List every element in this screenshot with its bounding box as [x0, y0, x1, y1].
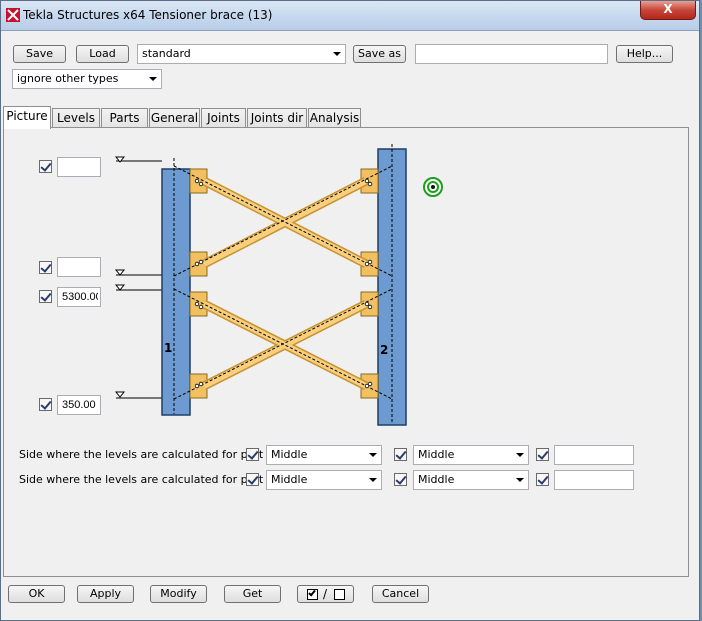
toggle-all-checkboxes-button[interactable]: /: [297, 585, 354, 603]
save-as-button[interactable]: Save as: [353, 45, 406, 63]
side-row-2-checkbox-1[interactable]: [246, 473, 259, 486]
side-row-2-checkbox-3[interactable]: [536, 473, 549, 486]
tension-braces: [201, 176, 369, 391]
side-row-2-select-2-value: Middle: [418, 473, 455, 486]
chevron-down-icon: [516, 453, 524, 457]
get-button[interactable]: Get: [224, 585, 281, 603]
tab-analysis[interactable]: Analysis: [308, 108, 361, 128]
chevron-down-icon: [516, 478, 524, 482]
side-row-2-input[interactable]: [554, 470, 634, 490]
chevron-down-icon: [369, 478, 377, 482]
unchecked-box-icon: [334, 589, 345, 600]
chevron-down-icon: [369, 453, 377, 457]
tab-picture[interactable]: Picture: [3, 106, 51, 129]
side-row-1-checkbox-2[interactable]: [394, 448, 407, 461]
apply-button[interactable]: Apply: [77, 585, 134, 603]
help-button[interactable]: Help...: [616, 45, 673, 63]
level-1-checkbox[interactable]: [39, 160, 52, 173]
load-button[interactable]: Load: [76, 45, 129, 63]
side-row-2-select-1-value: Middle: [271, 473, 308, 486]
preset-select-value: standard: [142, 47, 191, 60]
level-2-input[interactable]: [57, 257, 101, 277]
side-row-1-checkbox-1[interactable]: [246, 448, 259, 461]
chevron-down-icon: [333, 52, 341, 56]
side-row-1-select-1-value: Middle: [271, 448, 308, 461]
toggle-separator: /: [323, 587, 328, 601]
tab-parts[interactable]: Parts: [101, 108, 148, 128]
column-2: [377, 144, 407, 426]
level-1-input[interactable]: [57, 157, 101, 177]
preset-select[interactable]: standard: [137, 44, 346, 64]
part-number-2: 2: [380, 343, 389, 357]
picture-panel: 1 2 Side where the levels are calculated…: [3, 127, 689, 577]
side-row-1-input[interactable]: [554, 445, 634, 465]
side-row-1-checkbox-3[interactable]: [536, 448, 549, 461]
side-row-1-select-2[interactable]: Middle: [413, 445, 529, 465]
brace-diagram: [114, 144, 443, 426]
save-as-name-input[interactable]: [415, 44, 608, 64]
filter-select[interactable]: ignore other types: [12, 69, 162, 89]
side-row-1-select-2-value: Middle: [418, 448, 455, 461]
tab-joints-dir[interactable]: Joints dir: [247, 108, 307, 128]
title-bar: Tekla Structures x64 Tensioner brace (13…: [1, 1, 699, 31]
column-1: [161, 158, 191, 416]
filter-select-value: ignore other types: [17, 72, 119, 85]
window-title: Tekla Structures x64 Tensioner brace (13…: [23, 8, 273, 22]
tab-general[interactable]: General: [149, 108, 200, 128]
side-row-1-label: Side where the levels are calculated for…: [19, 448, 264, 461]
checked-box-icon: [307, 588, 318, 600]
side-row-1-select-1[interactable]: Middle: [266, 445, 382, 465]
tab-joints[interactable]: Joints: [201, 108, 246, 128]
side-row-2-checkbox-2[interactable]: [394, 473, 407, 486]
chevron-down-icon: [149, 77, 157, 81]
side-row-2-select-1[interactable]: Middle: [266, 470, 382, 490]
side-row-2-label: Side where the levels are calculated for…: [19, 473, 264, 486]
level-2-checkbox[interactable]: [39, 261, 52, 274]
bottom-button-bar: OK Apply Modify Get / Cancel: [3, 577, 689, 609]
tab-levels[interactable]: Levels: [52, 108, 100, 128]
ok-button[interactable]: OK: [8, 585, 65, 603]
save-button[interactable]: Save: [13, 45, 66, 63]
dialog-window: Tekla Structures x64 Tensioner brace (13…: [0, 0, 700, 621]
level-3-input[interactable]: [57, 287, 101, 307]
modify-button[interactable]: Modify: [150, 585, 207, 603]
bolt-marks: [194, 178, 373, 389]
level-4-checkbox[interactable]: [39, 398, 52, 411]
level-3-checkbox[interactable]: [39, 290, 52, 303]
part-number-1: 1: [164, 341, 173, 355]
connection-plates: [189, 168, 379, 399]
level-markers: [114, 156, 162, 399]
cancel-button[interactable]: Cancel: [372, 585, 429, 603]
tekla-app-icon: [6, 8, 20, 22]
side-row-2-select-2[interactable]: Middle: [413, 470, 529, 490]
level-4-input[interactable]: [57, 395, 101, 415]
target-icon[interactable]: [423, 177, 443, 197]
close-button[interactable]: X: [640, 1, 696, 20]
